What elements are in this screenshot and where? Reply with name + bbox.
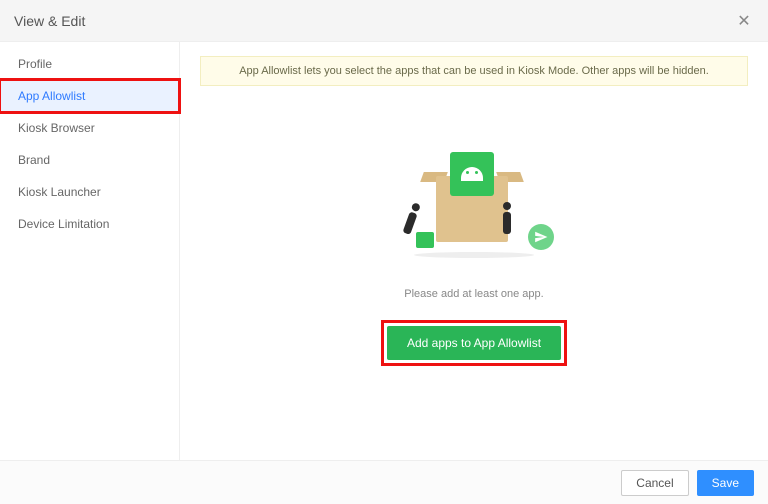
send-icon xyxy=(528,224,554,250)
save-button[interactable]: Save xyxy=(697,470,754,496)
sidebar-item-profile[interactable]: Profile xyxy=(0,48,179,80)
highlight-box: Add apps to App Allowlist xyxy=(381,320,567,366)
close-icon[interactable]: ✕ xyxy=(734,11,754,31)
sidebar-item-device-limitation[interactable]: Device Limitation xyxy=(0,208,179,240)
sidebar-item-label: Device Limitation xyxy=(18,217,109,231)
view-edit-modal: View & Edit ✕ Profile App Allowlist Kios… xyxy=(0,0,768,504)
sidebar-item-label: Kiosk Launcher xyxy=(18,185,101,199)
empty-illustration xyxy=(394,144,554,264)
android-icon xyxy=(450,152,494,196)
sidebar-item-kiosk-browser[interactable]: Kiosk Browser xyxy=(0,112,179,144)
sidebar-item-brand[interactable]: Brand xyxy=(0,144,179,176)
main-panel: App Allowlist lets you select the apps t… xyxy=(180,42,768,460)
info-banner: App Allowlist lets you select the apps t… xyxy=(200,56,748,86)
modal-footer: Cancel Save xyxy=(0,460,768,504)
sidebar-item-label: Kiosk Browser xyxy=(18,121,95,135)
sidebar-item-label: Brand xyxy=(18,153,50,167)
modal-title: View & Edit xyxy=(14,13,734,29)
modal-header: View & Edit ✕ xyxy=(0,0,768,42)
sidebar: Profile App Allowlist Kiosk Browser Bran… xyxy=(0,42,180,460)
cancel-button[interactable]: Cancel xyxy=(621,470,688,496)
modal-body: Profile App Allowlist Kiosk Browser Bran… xyxy=(0,42,768,460)
empty-state-message: Please add at least one app. xyxy=(404,288,543,300)
sidebar-item-label: App Allowlist xyxy=(18,89,85,103)
sidebar-item-app-allowlist[interactable]: App Allowlist xyxy=(0,80,179,112)
sidebar-item-label: Profile xyxy=(18,57,52,71)
add-apps-button[interactable]: Add apps to App Allowlist xyxy=(387,326,561,360)
sidebar-item-kiosk-launcher[interactable]: Kiosk Launcher xyxy=(0,176,179,208)
